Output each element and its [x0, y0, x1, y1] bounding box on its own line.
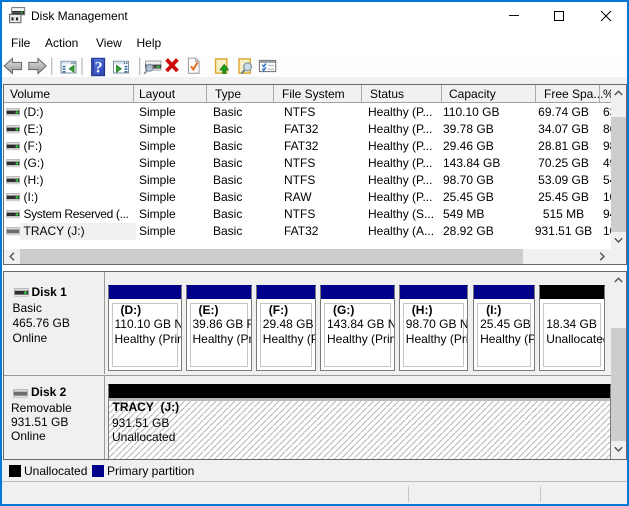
svg-text:?: ? — [95, 60, 103, 77]
